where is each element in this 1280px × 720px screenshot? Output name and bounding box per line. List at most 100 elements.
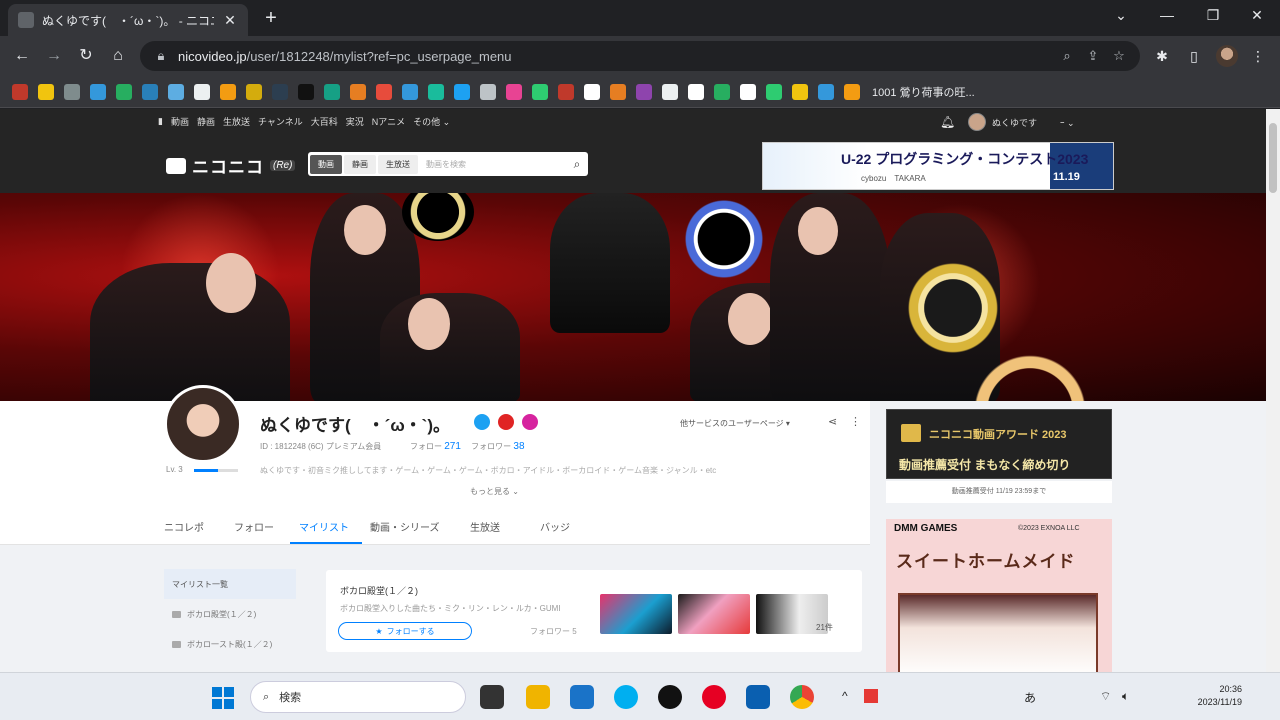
store-icon[interactable] [746, 685, 770, 709]
bookmark-icon[interactable] [298, 83, 314, 100]
header-user-avatar[interactable] [968, 113, 986, 131]
nav-nanime[interactable]: Nアニメ [372, 115, 405, 128]
more-options-icon[interactable]: ⋮ [850, 415, 861, 428]
bookmark-icon[interactable] [766, 83, 782, 100]
bookmark-icon[interactable] [662, 83, 678, 100]
profile-avatar[interactable] [1216, 45, 1238, 67]
nav-more[interactable]: その他 ⌄ [413, 115, 450, 128]
search-icon[interactable]: ⌕ [568, 157, 586, 172]
niconico-logo[interactable]: ニコニコ (Re) [166, 153, 296, 178]
nav-dic[interactable]: 大百科 [311, 115, 338, 128]
tab-badges[interactable]: バッジ [540, 519, 570, 534]
lock-icon[interactable]: 🔒︎ [152, 48, 170, 64]
bookmark-star-icon[interactable]: ☆ [1110, 48, 1128, 64]
search-tab-video[interactable]: 動画 [310, 154, 342, 174]
bookmark-icon[interactable] [818, 83, 834, 100]
bookmark-icon[interactable] [844, 83, 860, 100]
bookmark-icon[interactable] [194, 83, 210, 100]
file-explorer-icon[interactable] [526, 685, 550, 709]
pinterest-icon[interactable] [702, 685, 726, 709]
bookmark-icon[interactable] [116, 83, 132, 100]
chrome-icon[interactable] [790, 685, 814, 709]
instagram-icon[interactable] [522, 414, 538, 430]
forward-icon[interactable]: → [42, 44, 66, 68]
search-input[interactable]: 動画を検索 [420, 159, 566, 170]
bookmark-icon[interactable] [402, 83, 418, 100]
nav-jikkyo[interactable]: 実況 [346, 115, 364, 128]
bookmark-icon[interactable] [142, 83, 158, 100]
tab-videos-series[interactable]: 動画・シリーズ [370, 519, 440, 534]
bookmark-icon[interactable] [38, 83, 54, 100]
zoom-icon[interactable]: ⌕ [1058, 48, 1076, 64]
search-tab-seiga[interactable]: 静画 [344, 154, 376, 174]
sidebar-item-mylist[interactable]: ボカロ殿堂(１／２) [164, 599, 296, 629]
bookmark-icon[interactable] [506, 83, 522, 100]
tumblr-icon[interactable] [658, 685, 682, 709]
twitter-icon[interactable] [474, 414, 490, 430]
bookmark-label[interactable]: 1001 鶯り荷事の旺... [872, 84, 975, 100]
taskbar-search[interactable]: ⌕ 検索 [250, 681, 466, 713]
sidebar-item-all-mylists[interactable]: マイリスト一覧 [164, 569, 296, 599]
bookmark-icon[interactable] [324, 83, 340, 100]
page-scrollbar[interactable] [1266, 109, 1280, 672]
share-icon[interactable]: ⋖ [828, 415, 837, 428]
nav-channel[interactable]: チャンネル [258, 115, 303, 128]
tray-overflow-icon[interactable]: ^ [842, 689, 848, 703]
browser-tab[interactable]: ぬくゆです( ・´ω・`)。 - ニコニコ ✕ [8, 4, 248, 36]
bookmark-icon[interactable] [636, 83, 652, 100]
close-window-button[interactable]: ✕ [1234, 0, 1280, 32]
nav-live[interactable]: 生放送 [223, 115, 250, 128]
side-panel-icon[interactable]: ▯ [1184, 46, 1204, 66]
bookmark-icon[interactable] [740, 83, 756, 100]
tab-follow[interactable]: フォロー [234, 519, 274, 534]
bookmark-icon[interactable] [12, 83, 28, 100]
bookmark-icon[interactable] [90, 83, 106, 100]
dmm-ad[interactable]: DMM GAMES ©2023 EXNOA LLC スイートホームメイド [886, 519, 1112, 672]
bookmark-icon[interactable] [246, 83, 262, 100]
nav-video[interactable]: 動画 [171, 115, 189, 128]
tab-nicorepo[interactable]: ニコレポ [164, 519, 204, 534]
windows-start-icon[interactable] [212, 687, 234, 709]
show-more-link[interactable]: もっと見る ⌄ [470, 486, 519, 497]
follower-count[interactable]: 38 [513, 441, 524, 452]
address-bar[interactable]: 🔒︎ nicovideo.jp/user/1812248/mylist?ref=… [140, 41, 1140, 71]
bookmark-icon[interactable] [714, 83, 730, 100]
url-text[interactable]: nicovideo.jp/user/1812248/mylist?ref=pc_… [178, 49, 1050, 64]
video-thumbnail[interactable] [600, 594, 672, 634]
new-tab-button[interactable]: + [258, 6, 284, 32]
speaker-icon[interactable]: 🔈︎ [1122, 689, 1129, 704]
award-banner[interactable]: ニコニコ動画アワード 2023 動画推薦受付 まもなく締め切り [886, 409, 1112, 479]
mail-icon[interactable] [570, 685, 594, 709]
follow-mylist-button[interactable]: ★ フォローする [338, 622, 472, 640]
ime-mode[interactable]: あ [1024, 689, 1036, 706]
bookmark-icon[interactable] [454, 83, 470, 100]
bookmark-icon[interactable] [792, 83, 808, 100]
video-thumbnail[interactable] [678, 594, 750, 634]
task-view-icon[interactable] [480, 685, 504, 709]
bookmark-icon[interactable] [610, 83, 626, 100]
menu-icon[interactable]: ⋮ [1248, 46, 1268, 66]
tab-live[interactable]: 生放送 [470, 519, 500, 534]
bookmark-icon[interactable] [168, 83, 184, 100]
mylist-title[interactable]: ボカロ殿堂(１／２) [340, 584, 418, 597]
skype-icon[interactable] [614, 685, 638, 709]
share-icon[interactable]: ⇪ [1084, 48, 1102, 64]
sidebar-item-mylist[interactable]: ボカロ一スト殿(１／２) [164, 629, 296, 659]
bookmark-icon[interactable] [688, 83, 704, 100]
tab-search-icon[interactable]: ⌄ [1098, 0, 1144, 32]
home-icon[interactable]: ⌂ [106, 44, 130, 68]
profile-avatar-large[interactable] [164, 385, 242, 463]
wifi-icon[interactable]: ⌔ [1100, 689, 1111, 704]
tab-mylist[interactable]: マイリスト [299, 519, 349, 534]
bookmark-icon[interactable] [584, 83, 600, 100]
maximize-button[interactable]: ❐ [1190, 0, 1236, 32]
search-tab-live[interactable]: 生放送 [378, 154, 418, 174]
header-ad-banner[interactable]: U-22 プログラミング・コンテスト2023 cybozu TAKARA 11.… [762, 142, 1114, 190]
back-icon[interactable]: ← [10, 44, 34, 68]
mylist-card[interactable]: ボカロ殿堂(１／２) ボカロ殿堂入りした曲たち・ミク・リン・レン・ルカ・GUMI… [326, 570, 862, 652]
other-services-dropdown[interactable]: 他サービスのユーザーページ ▾ [680, 418, 790, 429]
minimize-button[interactable]: — [1144, 0, 1190, 32]
bookmark-icon[interactable] [428, 83, 444, 100]
bookmark-icon[interactable] [480, 83, 496, 100]
extensions-icon[interactable]: ✱ [1152, 46, 1172, 66]
